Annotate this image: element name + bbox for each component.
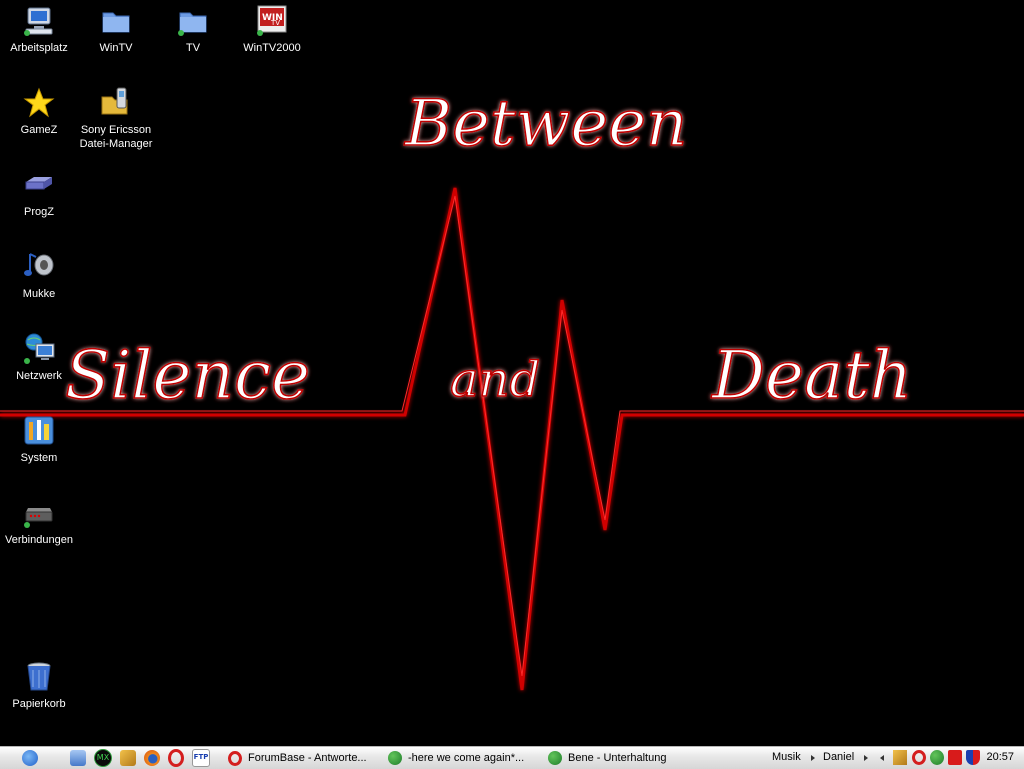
computer-icon xyxy=(22,4,56,38)
folder-icon xyxy=(176,4,210,38)
tools-icon[interactable] xyxy=(120,750,136,766)
desktop-icon-label: GameZ xyxy=(20,124,58,136)
desktop-icon-verbindungen[interactable]: Verbindungen xyxy=(0,496,78,547)
recycle-bin-icon xyxy=(22,660,56,694)
wallpaper-word-between: Between xyxy=(404,87,687,161)
toolbar-musik[interactable]: Musik xyxy=(772,751,801,763)
desktop-icon-mukke[interactable]: Mukke xyxy=(0,250,78,301)
opera-icon xyxy=(228,750,242,766)
task-label: -here we come again*... xyxy=(408,752,525,764)
desktop-icon-netzwerk[interactable]: Netzwerk xyxy=(0,332,78,383)
chevron-right-icon[interactable] xyxy=(864,755,868,761)
task-button-here-we-come-again[interactable]: -here we come again*... xyxy=(388,749,524,767)
desktop-icon-label: System xyxy=(20,452,58,464)
wallpaper-word-death: Death xyxy=(711,337,912,414)
desktop-icon-label: WinTV xyxy=(99,42,133,54)
desktop-icon-label: ProgZ xyxy=(24,206,54,218)
opera-icon[interactable] xyxy=(168,749,184,767)
chevron-right-icon[interactable] xyxy=(811,755,815,761)
opera-icon[interactable] xyxy=(912,750,926,765)
desktop-icon-label: WinTV2000 xyxy=(243,42,301,54)
messenger-icon xyxy=(388,751,402,765)
phone-folder-icon xyxy=(99,86,133,120)
taskbar: MX FTP ForumBase - Antworte... -here we … xyxy=(0,746,1024,769)
messenger-icon xyxy=(548,751,562,765)
desktop-icon-papierkorb[interactable]: Papierkorb xyxy=(0,660,78,711)
task-label: ForumBase - Antworte... xyxy=(248,752,367,764)
folder-icon xyxy=(99,4,133,38)
desktop-icon-label: Papierkorb xyxy=(12,698,66,710)
system-icon xyxy=(22,414,56,448)
desktop-icon-label: Verbindungen xyxy=(5,534,73,546)
drive-icon xyxy=(22,168,56,202)
wallpaper-word-silence: Silence xyxy=(65,337,310,414)
desktop-icon-sony-ericsson[interactable]: Sony Ericsson Datei-Manager xyxy=(77,86,155,151)
desktop-icon-wintv[interactable]: WinTV xyxy=(77,4,155,55)
desktop-icon-arbeitsplatz[interactable]: Arbeitsplatz xyxy=(0,4,78,55)
toolbar-daniel[interactable]: Daniel xyxy=(823,751,854,763)
firefox-icon[interactable] xyxy=(144,750,160,766)
desktop-icon[interactable] xyxy=(70,750,86,766)
tools-icon[interactable] xyxy=(893,750,907,765)
connections-icon xyxy=(22,496,56,530)
svg-text:TV: TV xyxy=(270,19,280,27)
wintv-app-icon: WIN TV xyxy=(255,4,289,38)
messenger-icon[interactable] xyxy=(930,750,944,765)
desktop-icon-label: Arbeitsplatz xyxy=(10,42,68,54)
desktop-icon-progz[interactable]: ProgZ xyxy=(0,168,78,219)
mx-icon[interactable]: MX xyxy=(94,749,112,767)
star-icon xyxy=(22,86,56,120)
desktop-icon-gamez[interactable]: GameZ xyxy=(0,86,78,137)
desktop[interactable]: Between Silence and Death Arbeitsplatz W… xyxy=(0,0,1024,746)
wallpaper-word-and: and xyxy=(450,352,540,408)
desktop-icon-wintv2000[interactable]: WIN TV WinTV2000 xyxy=(233,4,311,55)
desktop-icon-system[interactable]: System xyxy=(0,414,78,465)
task-label: Bene - Unterhaltung xyxy=(568,752,667,764)
desktop-icon-label: TV xyxy=(185,42,201,54)
desktop-icon-label: Mukke xyxy=(22,288,56,300)
shield-icon[interactable] xyxy=(966,750,980,765)
task-button-forumbase[interactable]: ForumBase - Antworte... xyxy=(228,749,367,767)
antivirus-icon[interactable] xyxy=(948,750,962,765)
clock[interactable]: 20:57 xyxy=(986,751,1014,763)
desktop-icon-tv[interactable]: TV xyxy=(154,4,232,55)
heartbeat-line xyxy=(0,187,1024,691)
desktop-icon-label: Sony Ericsson Datei-Manager xyxy=(79,124,153,150)
network-icon xyxy=(22,332,56,366)
task-button-bene-unterhaltung[interactable]: Bene - Unterhaltung xyxy=(548,749,666,767)
ftp-icon[interactable]: FTP xyxy=(192,749,210,767)
music-icon xyxy=(22,250,56,284)
apple-start-icon[interactable] xyxy=(22,750,38,766)
desktop-icon-label: Netzwerk xyxy=(16,370,62,382)
quick-launch: MX FTP xyxy=(22,747,218,769)
chevron-left-icon[interactable] xyxy=(880,755,884,761)
